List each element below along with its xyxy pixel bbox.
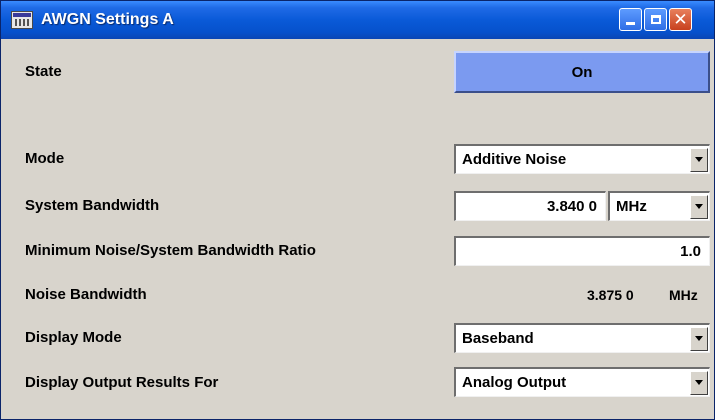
window-title: AWGN Settings A <box>41 11 174 28</box>
min-ratio-value: 1.0 <box>680 243 701 260</box>
system-bandwidth-value: 3.840 0 <box>546 198 597 215</box>
window-app-icon <box>11 11 33 29</box>
display-mode-label: Display Mode <box>25 329 122 346</box>
min-ratio-label: Minimum Noise/System Bandwidth Ratio <box>25 242 316 259</box>
maximize-button[interactable] <box>644 8 667 31</box>
minimize-icon <box>626 22 635 25</box>
system-bandwidth-unit: MHz <box>616 198 647 215</box>
chevron-down-icon <box>695 380 703 385</box>
mode-dropdown-button[interactable] <box>690 147 708 172</box>
mode-select-value: Additive Noise <box>462 151 567 168</box>
noise-bandwidth-value: 3.875 0 <box>587 287 634 303</box>
system-bandwidth-label: System Bandwidth <box>25 197 160 214</box>
system-bandwidth-unit-select[interactable]: MHz <box>608 191 710 221</box>
noise-bandwidth-label: Noise Bandwidth <box>25 286 147 303</box>
display-output-value: Analog Output <box>462 374 567 391</box>
display-mode-select[interactable]: Baseband <box>454 323 710 353</box>
close-icon: ✕ <box>673 10 688 29</box>
display-mode-dropdown-button[interactable] <box>690 326 708 351</box>
display-output-label: Display Output Results For <box>25 374 219 391</box>
close-button[interactable]: ✕ <box>669 8 692 31</box>
title-bar[interactable]: AWGN Settings A ✕ <box>1 1 714 39</box>
mode-select[interactable]: Additive Noise <box>454 144 710 174</box>
mode-label: Mode <box>25 150 65 167</box>
system-bandwidth-input[interactable]: 3.840 0 <box>454 191 606 221</box>
minimize-button[interactable] <box>619 8 642 31</box>
display-mode-value: Baseband <box>462 330 534 347</box>
chevron-down-icon <box>695 157 703 162</box>
min-ratio-input[interactable]: 1.0 <box>454 236 710 266</box>
noise-bandwidth-unit: MHz <box>669 287 698 303</box>
display-output-select[interactable]: Analog Output <box>454 367 710 397</box>
chevron-down-icon <box>695 204 703 209</box>
display-output-dropdown-button[interactable] <box>690 370 708 395</box>
awgn-settings-window: AWGN Settings A ✕ State On Mode Additive… <box>0 0 715 420</box>
maximize-icon <box>650 15 661 24</box>
state-label: State <box>25 63 62 80</box>
unit-dropdown-button[interactable] <box>690 194 708 219</box>
state-toggle-button[interactable]: On <box>454 51 710 93</box>
chevron-down-icon <box>695 336 703 341</box>
